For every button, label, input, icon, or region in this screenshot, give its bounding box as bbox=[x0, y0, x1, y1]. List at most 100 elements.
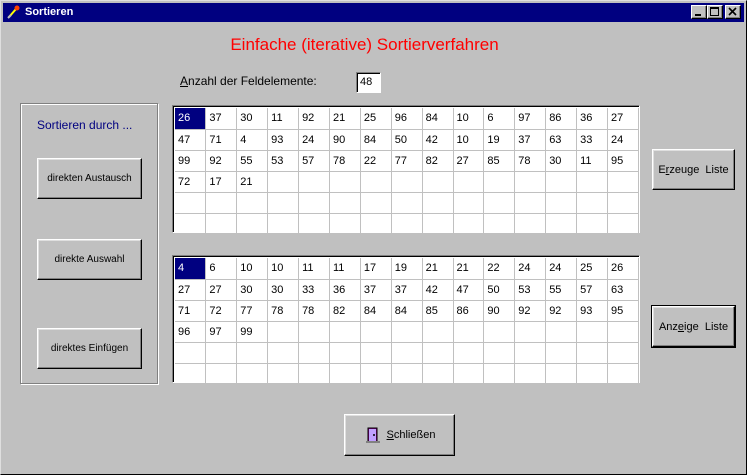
sorted-cell[interactable]: 85 bbox=[422, 300, 454, 322]
unsorted-cell[interactable] bbox=[267, 192, 300, 214]
sorted-cell[interactable]: 11 bbox=[298, 258, 330, 280]
unsorted-cell[interactable] bbox=[483, 171, 516, 193]
unsorted-cell[interactable] bbox=[545, 213, 578, 235]
unsorted-cell[interactable] bbox=[576, 213, 608, 235]
sorted-cell[interactable] bbox=[607, 342, 640, 364]
sorted-cell[interactable]: 50 bbox=[483, 279, 516, 301]
sorted-cell[interactable]: 33 bbox=[298, 279, 330, 301]
sorted-cell[interactable]: 78 bbox=[267, 300, 300, 322]
unsorted-cell[interactable] bbox=[545, 192, 578, 214]
sorted-cell[interactable]: 22 bbox=[483, 258, 516, 280]
sorted-cell[interactable]: 30 bbox=[267, 279, 300, 301]
unsorted-cell[interactable]: 53 bbox=[267, 150, 300, 172]
unsorted-cell[interactable] bbox=[298, 171, 330, 193]
sorted-cell[interactable] bbox=[298, 363, 330, 385]
sorted-cell[interactable]: 10 bbox=[236, 258, 269, 280]
sorted-cell[interactable] bbox=[391, 342, 423, 364]
unsorted-cell[interactable]: 92 bbox=[298, 108, 330, 130]
unsorted-cell[interactable] bbox=[576, 171, 608, 193]
unsorted-cell[interactable] bbox=[236, 213, 269, 235]
unsorted-cell[interactable]: 26 bbox=[175, 108, 207, 130]
unsorted-cell[interactable] bbox=[205, 192, 238, 214]
sorted-cell[interactable]: 24 bbox=[545, 258, 578, 280]
sorted-cell[interactable] bbox=[267, 363, 300, 385]
sorted-cell[interactable]: 6 bbox=[205, 258, 238, 280]
unsorted-cell[interactable]: 10 bbox=[453, 108, 485, 130]
sorted-cell[interactable]: 17 bbox=[360, 258, 392, 280]
unsorted-cell[interactable] bbox=[391, 171, 423, 193]
unsorted-cell[interactable]: 78 bbox=[329, 150, 361, 172]
sorted-cell[interactable] bbox=[483, 363, 516, 385]
unsorted-cell[interactable] bbox=[607, 171, 640, 193]
unsorted-cell[interactable]: 27 bbox=[453, 150, 485, 172]
direct-exchange-button[interactable]: direkten Austausch bbox=[37, 158, 142, 199]
sorted-cell[interactable] bbox=[205, 342, 238, 364]
sorted-cell[interactable]: 37 bbox=[360, 279, 392, 301]
sorted-cell[interactable]: 97 bbox=[205, 321, 238, 343]
close-button[interactable]: Schließen bbox=[344, 414, 455, 456]
unsorted-cell[interactable]: 84 bbox=[422, 108, 454, 130]
unsorted-cell[interactable] bbox=[514, 171, 547, 193]
unsorted-cell[interactable]: 6 bbox=[483, 108, 516, 130]
unsorted-cell[interactable]: 37 bbox=[514, 129, 547, 151]
sorted-cell[interactable]: 95 bbox=[607, 300, 640, 322]
direct-insertion-button[interactable]: direktes Einfügen bbox=[37, 328, 142, 369]
sorted-cell[interactable] bbox=[453, 321, 485, 343]
unsorted-cell[interactable] bbox=[514, 213, 547, 235]
sorted-cell[interactable] bbox=[329, 321, 361, 343]
unsorted-cell[interactable] bbox=[422, 171, 454, 193]
sorted-cell[interactable]: 11 bbox=[329, 258, 361, 280]
unsorted-cell[interactable]: 22 bbox=[360, 150, 392, 172]
sorted-cell[interactable]: 63 bbox=[607, 279, 640, 301]
unsorted-cell[interactable] bbox=[236, 192, 269, 214]
unsorted-cell[interactable]: 42 bbox=[422, 129, 454, 151]
unsorted-cell[interactable] bbox=[576, 192, 608, 214]
unsorted-cell[interactable]: 24 bbox=[298, 129, 330, 151]
unsorted-cell[interactable]: 25 bbox=[360, 108, 392, 130]
sorted-cell[interactable] bbox=[391, 321, 423, 343]
unsorted-cell[interactable]: 30 bbox=[236, 108, 269, 130]
sorted-cell[interactable] bbox=[360, 342, 392, 364]
sorted-cell[interactable]: 57 bbox=[576, 279, 608, 301]
maximize-button[interactable] bbox=[707, 5, 723, 19]
sorted-cell[interactable]: 84 bbox=[391, 300, 423, 322]
unsorted-cell[interactable]: 90 bbox=[329, 129, 361, 151]
sorted-cell[interactable]: 25 bbox=[576, 258, 608, 280]
unsorted-cell[interactable] bbox=[607, 192, 640, 214]
unsorted-list-grid[interactable]: 26 37 30 11 92 21 25 96 84 10 6 97 86 36 27 47 71 4 93 24 90… bbox=[172, 105, 640, 235]
unsorted-cell[interactable]: 85 bbox=[483, 150, 516, 172]
unsorted-cell[interactable] bbox=[360, 213, 392, 235]
unsorted-cell[interactable]: 71 bbox=[205, 129, 238, 151]
minimize-button[interactable] bbox=[691, 5, 707, 19]
unsorted-cell[interactable]: 11 bbox=[576, 150, 608, 172]
sorted-cell[interactable] bbox=[576, 321, 608, 343]
title-bar[interactable]: Sortieren bbox=[3, 3, 744, 22]
sorted-cell[interactable]: 71 bbox=[175, 300, 207, 322]
sorted-cell[interactable] bbox=[514, 321, 547, 343]
sorted-cell[interactable] bbox=[422, 363, 454, 385]
sorted-cell[interactable]: 55 bbox=[545, 279, 578, 301]
sorted-cell[interactable]: 99 bbox=[236, 321, 269, 343]
sorted-cell[interactable] bbox=[576, 342, 608, 364]
unsorted-cell[interactable]: 50 bbox=[391, 129, 423, 151]
unsorted-cell[interactable]: 95 bbox=[607, 150, 640, 172]
unsorted-cell[interactable]: 63 bbox=[545, 129, 578, 151]
sorted-cell[interactable]: 42 bbox=[422, 279, 454, 301]
sorted-cell[interactable] bbox=[267, 342, 300, 364]
sorted-list-grid[interactable]: 4 6 10 10 11 11 17 19 21 21 22 24 24 25 26 27 27 30 30 33 36… bbox=[172, 255, 640, 385]
sorted-cell[interactable]: 24 bbox=[514, 258, 547, 280]
sorted-cell[interactable] bbox=[545, 342, 578, 364]
sorted-cell[interactable] bbox=[360, 363, 392, 385]
unsorted-cell[interactable] bbox=[545, 171, 578, 193]
unsorted-cell[interactable] bbox=[329, 192, 361, 214]
generate-list-button[interactable]: Er zeuge Liste bbox=[652, 149, 735, 190]
unsorted-cell[interactable] bbox=[453, 171, 485, 193]
sorted-cell[interactable] bbox=[329, 342, 361, 364]
sorted-cell[interactable] bbox=[576, 363, 608, 385]
sorted-cell[interactable]: 21 bbox=[453, 258, 485, 280]
unsorted-cell[interactable]: 96 bbox=[391, 108, 423, 130]
element-count-input[interactable]: 48 bbox=[356, 72, 381, 93]
unsorted-cell[interactable]: 72 bbox=[175, 171, 207, 193]
unsorted-cell[interactable]: 21 bbox=[236, 171, 269, 193]
display-list-button[interactable]: Anz e ige Liste bbox=[651, 305, 736, 348]
